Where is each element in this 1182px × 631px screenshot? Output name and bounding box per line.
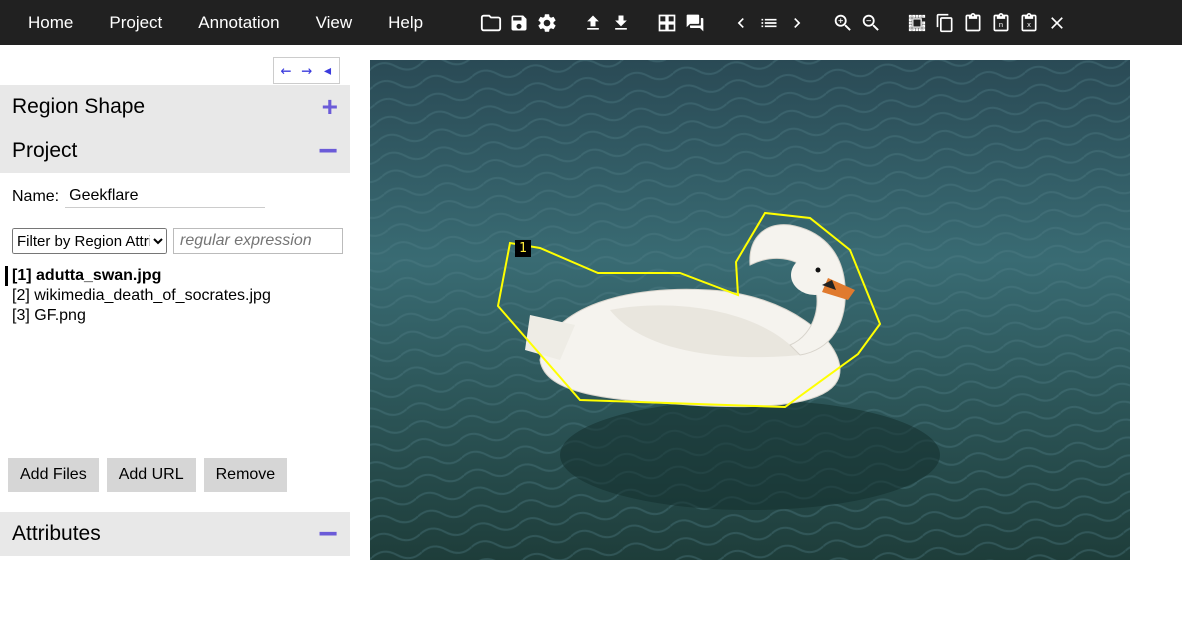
menu-home[interactable]: Home [10,13,91,33]
folder-open-icon[interactable] [479,11,503,35]
undo-right-icon[interactable]: → [301,60,312,81]
project-title: Project [12,139,77,163]
zoom-out-icon[interactable] [859,11,883,35]
list-icon[interactable] [757,11,781,35]
menu-help[interactable]: Help [370,13,441,33]
filter-select[interactable]: Filter by Region Attribute [12,228,167,254]
paste-icon[interactable] [961,11,985,35]
comment-icon[interactable] [683,11,707,35]
svg-text:n: n [999,20,1003,29]
file-item[interactable]: [1] adutta_swan.jpg [5,266,338,286]
attributes-title: Attributes [12,522,101,546]
add-files-button[interactable]: Add Files [8,458,99,492]
upload-icon[interactable] [581,11,605,35]
select-all-icon[interactable] [905,11,929,35]
close-icon[interactable] [1045,11,1069,35]
collapse-icon[interactable]: ◂ [322,60,333,81]
project-name-input[interactable] [65,185,265,208]
file-item[interactable]: [2] wikimedia_death_of_socrates.jpg [12,286,338,306]
minus-icon: − [318,525,338,543]
gear-icon[interactable] [535,11,559,35]
region-shape-header[interactable]: Region Shape + [0,85,350,129]
paste-n-icon[interactable]: n [989,11,1013,35]
svg-text:x: x [1027,20,1031,29]
save-icon[interactable] [507,11,531,35]
minus-icon: − [318,142,338,160]
undo-left-icon[interactable]: ← [280,60,291,81]
menu-project[interactable]: Project [91,13,180,33]
name-label: Name: [12,188,59,206]
menu-annotation[interactable]: Annotation [180,13,297,33]
project-header[interactable]: Project − [0,129,350,173]
menu-view[interactable]: View [298,13,371,33]
project-panel: Name: Filter by Region Attribute [1] adu… [0,173,350,458]
download-icon[interactable] [609,11,633,35]
next-icon[interactable] [785,11,809,35]
copy-icon[interactable] [933,11,957,35]
plus-icon: + [322,98,338,116]
prev-icon[interactable] [729,11,753,35]
file-item[interactable]: [3] GF.png [12,306,338,326]
zoom-in-icon[interactable] [831,11,855,35]
sidebar: ← → ◂ Region Shape + Project − Name: Fil… [0,45,350,631]
attributes-header[interactable]: Attributes − [0,512,350,556]
region-label[interactable]: 1 [515,240,531,257]
grid-icon[interactable] [655,11,679,35]
top-toolbar: Home Project Annotation View Help n x [0,0,1182,45]
add-url-button[interactable]: Add URL [107,458,196,492]
filter-regex-input[interactable] [173,228,343,254]
file-list: [1] adutta_swan.jpg [2] wikimedia_death_… [12,266,338,446]
paste-x-icon[interactable]: x [1017,11,1041,35]
canvas-area[interactable]: 1 [350,45,1182,631]
remove-button[interactable]: Remove [204,458,288,492]
region-shape-title: Region Shape [12,95,145,119]
